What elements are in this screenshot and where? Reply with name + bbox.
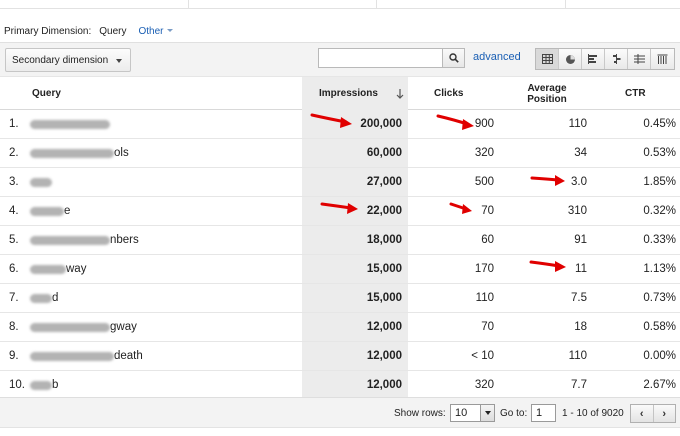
red-arrow-icon <box>310 113 352 128</box>
red-arrow-icon <box>320 202 358 214</box>
red-arrow-icon <box>529 260 566 272</box>
annotation-layer <box>310 113 566 272</box>
red-arrow-icon <box>449 202 472 214</box>
red-arrow-icon <box>530 175 565 186</box>
red-arrow-icon <box>436 114 474 130</box>
